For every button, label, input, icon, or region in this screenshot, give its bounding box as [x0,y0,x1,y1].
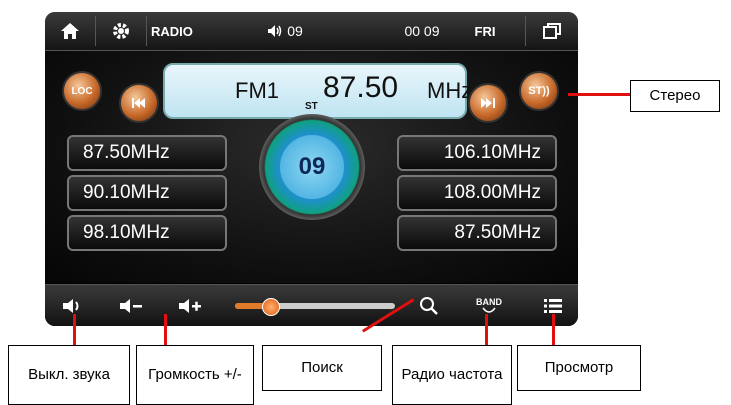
callout-stereo: Стерео [630,80,720,112]
callout-band: Радио частота [392,345,512,405]
clock: 00 09 [404,23,440,39]
arrow-browse [552,314,555,345]
volume-down-icon [120,299,142,313]
weekday: FRI [474,23,496,39]
preset-4[interactable]: 106.10MHz [397,135,557,171]
next-button[interactable] [468,83,508,123]
preset-6[interactable]: 87.50MHz [397,215,557,251]
bottom-bar: BAND [45,284,578,326]
preset-2[interactable]: 90.10MHz [67,175,227,211]
band-label: BAND [476,297,502,307]
frequency-unit: MHz [427,78,473,103]
settings-button[interactable] [96,12,146,50]
callout-browse: Просмотр [517,345,641,391]
arrow-band [485,314,488,345]
prev-button[interactable] [119,83,159,123]
arrow-stereo [568,93,630,96]
next-icon [481,98,495,108]
head-unit-screen: RADIO 09 00 09 FRI LOC FM1 87.50 MHz ST … [45,12,578,326]
loc-button[interactable]: LOC [62,71,102,111]
frequency-display: FM1 87.50 MHz ST [163,63,472,119]
volume-down-button[interactable] [102,285,160,326]
windows-button[interactable] [526,12,578,50]
band-label: FM1 [235,78,279,103]
prev-icon [132,98,145,108]
dial-value: 09 [280,135,344,199]
mute-icon [63,299,79,313]
list-icon [543,299,562,313]
volume-indicator: 09 [255,12,315,50]
volume-up-button[interactable] [161,285,219,326]
callout-mute: Выкл. звука [8,345,130,405]
frequency-value: 87.50 [323,71,399,104]
volume-slider[interactable] [235,298,395,316]
tuning-dial[interactable]: 09 [259,114,365,220]
mode-label: RADIO [151,23,193,39]
top-bar: RADIO 09 00 09 FRI [45,12,578,51]
search-button[interactable] [407,285,451,326]
preset-1[interactable]: 87.50MHz [67,135,227,171]
band-button[interactable]: BAND [463,285,515,326]
callout-search: Поиск [262,345,382,391]
volume-value: 09 [287,23,303,39]
home-button[interactable] [45,12,95,50]
stereo-button[interactable]: ST)) [519,71,559,111]
radio-main: LOC FM1 87.50 MHz ST ST)) 87.50MHz 90.10… [45,51,578,283]
home-icon [61,23,79,39]
windows-icon [543,23,561,39]
speaker-icon [268,25,282,37]
arrow-volume [164,314,167,345]
arrow-mute [73,314,76,345]
volume-slider-handle[interactable] [262,298,281,316]
callout-volume: Громкость +/- [136,345,254,405]
stereo-indicator: ST [305,101,318,112]
gear-icon [113,23,129,39]
search-icon [420,297,438,315]
preset-5[interactable]: 108.00MHz [397,175,557,211]
preset-3[interactable]: 98.10MHz [67,215,227,251]
volume-up-icon [179,299,201,313]
